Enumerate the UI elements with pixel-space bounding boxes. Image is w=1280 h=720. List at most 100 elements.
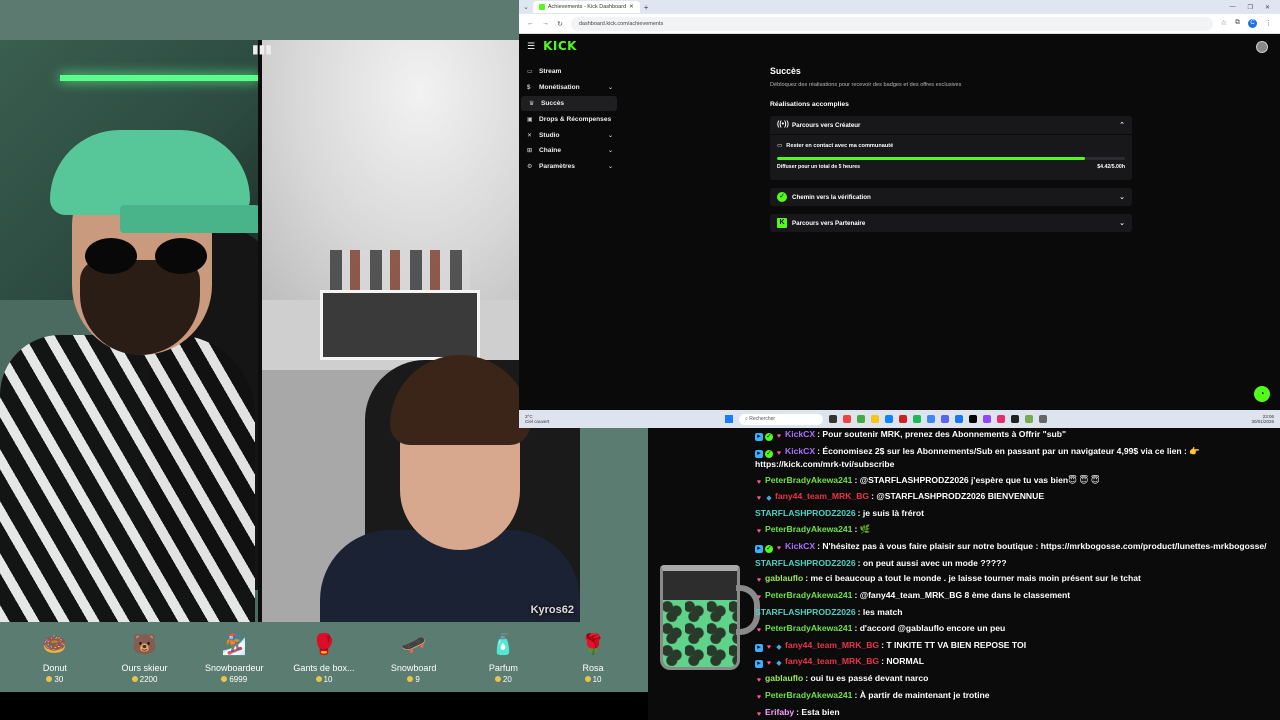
chat-username[interactable]: Erifaby xyxy=(765,707,794,717)
chat-username[interactable]: PeterBradyAkewa241 xyxy=(765,475,852,485)
chat-username[interactable]: STARFLASHPRODZ2026 xyxy=(755,607,856,617)
gift-item[interactable]: 🍩 Donut 30 xyxy=(15,631,95,684)
sidebar-item-3[interactable]: ▣ Drops & Récompenses xyxy=(519,111,619,127)
reload-button[interactable]: ↻ xyxy=(557,20,563,28)
close-window-button[interactable]: ✕ xyxy=(1265,4,1270,11)
mod-badge-icon: ▸ xyxy=(755,449,763,458)
chevron-down-icon: ⌄ xyxy=(607,85,613,92)
app-icon[interactable] xyxy=(857,415,865,423)
chat-text: Économisez 2$ sur les Abonnements/Sub en… xyxy=(755,445,1200,469)
gift-price: 10 xyxy=(553,675,633,684)
app-icon[interactable] xyxy=(899,415,907,423)
chat-username[interactable]: KickCX xyxy=(785,446,815,456)
app-icon[interactable] xyxy=(1011,415,1019,423)
minimize-button[interactable]: — xyxy=(1230,4,1236,11)
chat-message: ♥ Erifaby: Esta bien xyxy=(755,706,1275,719)
browser-menu-icon[interactable]: ⋮ xyxy=(1265,19,1272,28)
bookmark-star-icon[interactable]: ☆ xyxy=(1221,19,1227,28)
tab-close-icon[interactable]: ✕ xyxy=(629,4,634,10)
profile-avatar[interactable]: C xyxy=(1248,19,1257,28)
accordion-verification-header[interactable]: ✓ Chemin vers la vérification ⌄ xyxy=(770,188,1132,206)
help-chat-button[interactable]: ◔ xyxy=(1254,386,1270,402)
facebook-icon[interactable] xyxy=(955,415,963,423)
sidebar-item-1[interactable]: $ Monétisation ⌄ xyxy=(519,80,619,96)
chat-username[interactable]: PeterBradyAkewa241 xyxy=(765,590,852,600)
rose-icon: 🌹 xyxy=(580,633,606,656)
gift-price: 30 xyxy=(15,675,95,684)
gift-item[interactable]: 🛹 Snowboard 9 xyxy=(374,631,454,684)
sidebar-item-6[interactable]: ⚙ Paramètres ⌄ xyxy=(519,159,619,175)
instagram-icon[interactable] xyxy=(997,415,1005,423)
chat-message: ▸ ✓ ♥ KickCX: Économisez 2$ sur les Abonnem… xyxy=(755,445,1275,470)
chat-username[interactable]: STARFLASHPRODZ2026 xyxy=(755,558,856,568)
new-tab-button[interactable]: + xyxy=(644,3,649,12)
edge-icon[interactable] xyxy=(885,415,893,423)
chat-username[interactable]: fany44_team_MRK_BG xyxy=(785,640,879,650)
tab-search-icon[interactable]: ⌄ xyxy=(523,3,529,11)
app-icon[interactable] xyxy=(1025,415,1033,423)
gift-item[interactable]: 🥊 Gants de box... 10 xyxy=(284,631,364,684)
app-icon[interactable] xyxy=(913,415,921,423)
chat-username[interactable]: PeterBradyAkewa241 xyxy=(765,524,852,534)
chat-text: les match xyxy=(862,606,903,617)
chat-username[interactable]: fany44_team_MRK_BG xyxy=(775,491,869,501)
coin-icon xyxy=(584,676,591,683)
sidebar-item-4[interactable]: ✕ Studio ⌄ xyxy=(519,127,619,143)
chat-username[interactable]: STARFLASHPRODZ2026 xyxy=(755,508,856,518)
discord-icon[interactable] xyxy=(941,415,949,423)
forward-button[interactable]: → xyxy=(542,20,549,27)
kick-favicon-icon xyxy=(538,4,545,10)
gift-item[interactable]: 🧴 Parfum 20 xyxy=(463,631,543,684)
taskbar-search[interactable]: ⌕ Rechercher xyxy=(739,413,823,425)
tiktok-icon[interactable] xyxy=(969,415,977,423)
menu-icon[interactable]: ☰ xyxy=(527,41,535,52)
address-bar: ← → ↻ dashboard.kick.com/achievements ☆ … xyxy=(519,14,1280,34)
kick-logo[interactable]: KICK xyxy=(543,39,577,53)
chat-username[interactable]: KickCX xyxy=(785,541,815,551)
chat-text: @STARFLASHPRODZ2026 j'espère que tu vas … xyxy=(859,474,1100,485)
chat-username[interactable]: gablauflo xyxy=(765,573,803,583)
subscriber-heart-icon: ♥ xyxy=(756,710,762,718)
subscriber-heart-icon: ♥ xyxy=(756,495,762,503)
accordion-partner-header[interactable]: K Parcours vers Partenaire ⌄ xyxy=(770,214,1132,232)
sidebar-item-0[interactable]: ▭ Stream xyxy=(519,64,619,80)
twitch-icon[interactable] xyxy=(983,415,991,423)
sidebar-item-2[interactable]: ♛ Succès xyxy=(521,95,617,112)
gift-item[interactable]: 🐻 Ours skieur 2200 xyxy=(105,631,185,684)
subscriber-heart-icon: ♥ xyxy=(756,677,762,685)
chat-username[interactable]: PeterBradyAkewa241 xyxy=(765,623,852,633)
back-button[interactable]: ← xyxy=(527,20,534,27)
accordion-creator-header[interactable]: ((•)) Parcours vers Créateur ⌃ xyxy=(770,116,1132,134)
settings-icon[interactable] xyxy=(1039,415,1047,423)
url-field[interactable]: dashboard.kick.com/achievements xyxy=(570,16,1213,31)
file-explorer-icon[interactable] xyxy=(871,415,879,423)
gift-price-value: 30 xyxy=(54,674,64,684)
gift-name: Snowboardeur xyxy=(204,662,264,673)
chat-username[interactable]: fany44_team_MRK_BG xyxy=(785,656,879,666)
chrome-icon[interactable] xyxy=(927,415,935,423)
gift-price-value: 20 xyxy=(502,674,512,684)
accordion-verification-path[interactable]: ✓ Chemin vers la vérification ⌄ xyxy=(770,188,1132,206)
maximize-button[interactable]: ❐ xyxy=(1248,4,1253,11)
chat-username[interactable]: KickCX xyxy=(785,429,815,439)
gift-item[interactable]: 🏂 Snowboardeur 6999 xyxy=(194,631,274,684)
subscriber-heart-icon: ♥ xyxy=(766,643,772,651)
accordion-partner-path[interactable]: K Parcours vers Partenaire ⌄ xyxy=(770,214,1132,232)
verified-badge-icon: ✓ xyxy=(765,433,773,441)
taskbar-clock[interactable]: 23:06 30/01/2026 xyxy=(1251,414,1274,425)
mug-glass xyxy=(660,565,740,670)
task-view-icon[interactable] xyxy=(829,415,837,423)
sidebar-item-5[interactable]: ⊞ Chaîne ⌄ xyxy=(519,143,619,159)
gift-item[interactable]: 🌹 Rosa 10 xyxy=(553,631,633,684)
extensions-icon[interactable]: ⧉ xyxy=(1235,19,1240,28)
stream-frame: Kyros62 ▮▮▮ 🍩 Donut 30 🐻 Ours skieur 2200 🏂 Sno… xyxy=(0,0,1280,720)
weather-widget[interactable]: 3°C Ciel couvert xyxy=(525,414,585,424)
chat-username[interactable]: PeterBradyAkewa241 xyxy=(765,690,852,700)
app-icon[interactable] xyxy=(843,415,851,423)
tab-achievements[interactable]: Achievements - Kick Dashboard ✕ xyxy=(532,1,640,13)
chat-username[interactable]: gablauflo xyxy=(765,673,803,683)
cap-visor xyxy=(120,205,260,233)
user-avatar[interactable] xyxy=(1256,41,1268,53)
coin-icon xyxy=(315,676,322,683)
windows-start-icon[interactable] xyxy=(725,415,733,423)
